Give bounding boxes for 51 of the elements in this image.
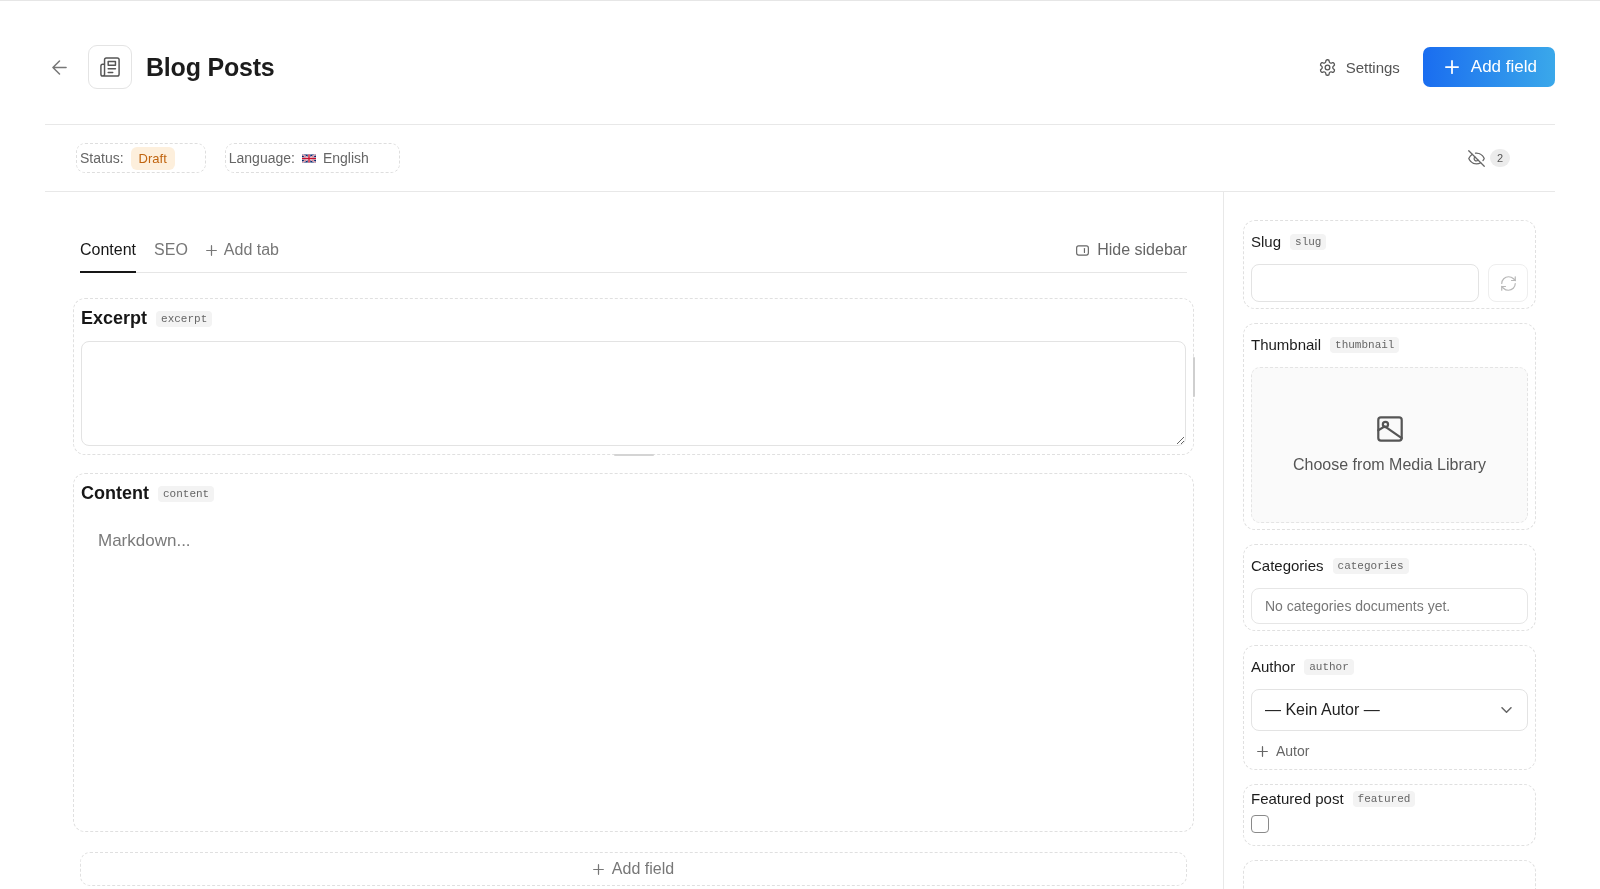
field-label: Thumbnail (1251, 335, 1322, 353)
plus-icon (592, 863, 604, 875)
count-badge: 2 (1489, 149, 1510, 167)
hidden-fields-button[interactable]: 2 (1467, 149, 1510, 167)
plus-icon (205, 244, 217, 256)
panel-icon (1076, 244, 1090, 256)
refresh-button[interactable] (1488, 264, 1528, 302)
field-key-tag: featured (1352, 791, 1416, 807)
add-field-button[interactable]: Add field (1422, 47, 1555, 87)
refresh-icon (1500, 275, 1516, 291)
hide-sidebar-button[interactable]: Hide sidebar (1076, 224, 1187, 272)
chevron-down-icon (1501, 707, 1512, 713)
field-key-tag: categories (1332, 558, 1409, 574)
status-badge: Draft (130, 146, 175, 170)
markdown-field-card[interactable]: Content content Markdown... (73, 473, 1194, 832)
plus-icon (1444, 60, 1459, 74)
field-key-tag: content (158, 486, 215, 502)
language-selector[interactable]: Language: English (224, 143, 400, 173)
field-key-tag: thumbnail (1330, 337, 1400, 353)
settings-icon (1318, 58, 1336, 76)
arrow-left-icon (52, 59, 67, 75)
media-dropzone[interactable]: Choose from Media Library (1251, 367, 1528, 523)
tab[interactable]: Content (80, 224, 137, 273)
add-tab-button[interactable]: Add tab (205, 224, 279, 272)
checkbox[interactable] (1251, 815, 1269, 833)
settings-button[interactable]: Settings (1314, 52, 1404, 82)
newspaper-icon (88, 45, 132, 89)
resize-handle[interactable] (613, 454, 654, 456)
field-label: Excerpt (81, 307, 148, 329)
text-area-field[interactable] (81, 341, 1186, 446)
field-key-tag: author (1304, 659, 1354, 675)
field-label: Featured post (1251, 789, 1344, 807)
author-select[interactable]: — Kein Autor — (1251, 689, 1528, 731)
add-field-button[interactable]: Add field (80, 852, 1187, 886)
plus-icon (1257, 745, 1268, 757)
status-selector[interactable]: Status: Draft (76, 143, 206, 173)
field-key-tag: excerpt (156, 311, 213, 327)
resize-handle[interactable] (1193, 357, 1195, 397)
field-key-tag: slug (1290, 234, 1327, 250)
field-label: Categories (1251, 556, 1324, 574)
field-label: Author (1251, 657, 1296, 675)
image-icon (1376, 416, 1403, 442)
field-label: Content (81, 482, 149, 504)
empty-state-message: No categories documents yet. (1251, 588, 1528, 624)
eye-off-icon (1467, 149, 1485, 167)
flag-icon (301, 153, 316, 163)
page-title: Blog Posts (146, 52, 275, 82)
field-label: Slug (1251, 232, 1282, 250)
tab[interactable]: SEO (154, 224, 188, 273)
add-author-button[interactable]: Autor (1257, 739, 1310, 763)
slug-input[interactable] (1251, 264, 1479, 302)
